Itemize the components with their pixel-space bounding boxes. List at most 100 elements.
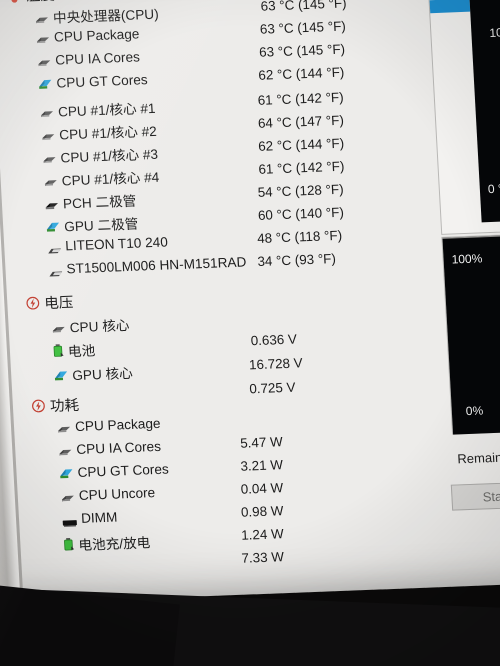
group-header-voltage[interactable]: 电压	[26, 291, 74, 314]
sensor-label: LITEON T10 240	[64, 234, 169, 254]
group-header-power[interactable]: 功耗	[31, 394, 79, 417]
sensor-value: 61 °C (142 °F)	[258, 158, 345, 177]
remaining-battery-label: Remaining Battery:	[457, 447, 500, 467]
sensor-row-power-cpu-ia-cores[interactable]: CPU IA Cores	[58, 439, 161, 458]
sensor-row-seagate-hdd[interactable]: ST1500LM006 HN-M151RAD	[48, 254, 247, 277]
temperature-graph-box: Tempera 100 0 °C	[426, 0, 500, 235]
sensor-value: 63 °C (145 °F)	[258, 41, 346, 60]
sensor-value: 63 °C (145 °F)	[260, 0, 347, 14]
group-label-temperature: 温度	[25, 0, 55, 6]
graph-axis-max-temperature: 100	[489, 25, 500, 40]
sensor-row-cpu-gt-cores[interactable]: CPU GT Cores	[38, 72, 148, 91]
sensor-label: 电池	[67, 343, 96, 360]
sensor-row-gpu-vcore[interactable]: GPU 核心	[54, 362, 133, 385]
group-label-power: 功耗	[49, 397, 80, 416]
right-options-panel: S Str Tempera 100	[422, 0, 500, 596]
dimm-icon	[62, 515, 77, 527]
graph-axis-min-temperature: 0 °C	[487, 181, 500, 197]
sensor-value: 0.04 W	[240, 480, 284, 497]
usage-graph-box: 100% 0%	[441, 229, 500, 435]
sensor-row-power-cpu-gt-cores[interactable]: CPU GT Cores	[59, 462, 169, 481]
sensor-row-cpu[interactable]: 中央处理器(CPU)	[34, 3, 159, 28]
cpu-icon	[57, 422, 71, 433]
sensor-label: ST1500LM006 HN-M151RAD	[66, 254, 247, 277]
sensor-label: CPU Uncore	[78, 485, 156, 503]
cpu-icon	[37, 56, 51, 67]
sensor-value: 54 °C (128 °F)	[257, 181, 344, 200]
sensor-row-cpu-vcore[interactable]: CPU 核心	[51, 314, 130, 337]
cpu-icon	[58, 445, 72, 456]
gpu-icon	[59, 467, 74, 479]
sensor-label: CPU IA Cores	[54, 49, 141, 68]
cpu-icon	[41, 129, 55, 140]
sensor-label: CPU IA Cores	[75, 438, 162, 458]
sensor-row-cpu1-core2[interactable]: CPU #1/核心 #2	[41, 120, 157, 144]
graph-axis-max-usage: 100%	[451, 251, 483, 267]
sensor-label: 电池充/放电	[78, 535, 151, 554]
sensor-label: CPU #1/核心 #1	[57, 100, 156, 120]
sensor-value: 34 °C (93 °F)	[257, 250, 337, 269]
sensor-value: 63 °C (145 °F)	[259, 18, 347, 37]
cpu-icon	[36, 33, 50, 44]
sensor-value: 64 °C (147 °F)	[257, 112, 345, 131]
photo-of-laptop-screen: 传感器类型 Diode (NV-Diode)	[0, 0, 500, 666]
cpu-icon	[43, 175, 57, 186]
sensor-value: 61 °C (142 °F)	[257, 89, 344, 108]
sensor-value: 7.33 W	[241, 549, 285, 566]
sensor-row-cpu1-core1[interactable]: CPU #1/核心 #1	[39, 97, 156, 121]
disk-icon	[48, 265, 63, 277]
sensor-label: CPU Package	[53, 26, 140, 45]
sensor-value: 5.47 W	[239, 434, 284, 451]
cpu-icon	[40, 106, 54, 117]
sensor-value: 62 °C (144 °F)	[257, 64, 345, 83]
usage-graph[interactable]: 100% 0%	[442, 230, 500, 435]
cpu-icon	[61, 491, 75, 502]
sensor-row-liteon-ssd[interactable]: LITEON T10 240	[47, 234, 168, 254]
chip-icon	[45, 198, 59, 209]
sensor-label: CPU #1/核心 #4	[61, 169, 160, 189]
sensor-label: PCH 二极管	[62, 193, 137, 212]
sensor-row-power-cpu-uncore[interactable]: CPU Uncore	[60, 485, 156, 504]
sensor-label: GPU 二极管	[63, 216, 139, 235]
sensor-value: 1.24 W	[240, 526, 285, 543]
start-button[interactable]: Start	[450, 481, 500, 511]
sensor-row-power-cpu-package[interactable]: CPU Package	[57, 416, 161, 435]
gpu-icon	[38, 78, 53, 90]
group-label-voltage: 电压	[44, 295, 74, 313]
bolt-icon	[32, 399, 46, 413]
sensor-row-cpu1-core3[interactable]: CPU #1/核心 #3	[42, 143, 158, 167]
sensor-value: 16.728 V	[248, 355, 304, 373]
sensor-value: 0.98 W	[240, 503, 284, 520]
disk-icon	[47, 243, 61, 254]
cpu-icon	[51, 322, 65, 333]
group-header-temperature[interactable]: 温度	[9, 0, 55, 6]
sensor-value: 0.636 V	[250, 331, 298, 349]
sensor-label: GPU 核心	[71, 365, 134, 384]
sensor-label: DIMM	[80, 509, 118, 526]
cpu-icon	[35, 12, 49, 23]
sensor-row-cpu1-core4[interactable]: CPU #1/核心 #4	[43, 166, 160, 190]
thermometer-icon	[9, 0, 21, 3]
sensor-row-pch-diode[interactable]: PCH 二极管	[44, 190, 137, 213]
battery-icon	[63, 537, 75, 551]
bolt-icon	[26, 296, 40, 310]
hwinfo-sensor-window: 传感器类型 Diode (NV-Diode)	[0, 0, 500, 606]
sensor-row-gpu-diode[interactable]: GPU 二极管	[46, 213, 139, 237]
graph-axis-min-usage: 0%	[465, 403, 484, 419]
window-content: 传感器类型 Diode (NV-Diode)	[0, 0, 500, 603]
sensor-row-cpu-package[interactable]: CPU Package	[36, 26, 140, 45]
sensor-row-power-dimm[interactable]: DIMM	[62, 510, 118, 527]
temperature-graph[interactable]: 100 0 °C	[469, 0, 500, 223]
sensor-label: CPU #1/核心 #2	[58, 123, 158, 143]
sensor-row-battery-voltage[interactable]: 电池	[52, 339, 96, 361]
sensor-label: CPU GT Cores	[56, 72, 149, 91]
sensor-row-cpu-ia-cores[interactable]: CPU IA Cores	[37, 49, 140, 68]
sensor-label: 中央处理器(CPU)	[52, 6, 160, 26]
gpu-icon	[46, 220, 61, 232]
cpu-icon	[42, 152, 56, 163]
sensor-value: 62 °C (144 °F)	[257, 135, 345, 154]
sensor-row-power-battery[interactable]: 电池充/放电	[63, 531, 151, 554]
sensor-label: CPU GT Cores	[77, 461, 170, 481]
sensor-value: 48 °C (118 °F)	[256, 227, 343, 246]
sensor-value: 60 °C (140 °F)	[257, 204, 345, 223]
